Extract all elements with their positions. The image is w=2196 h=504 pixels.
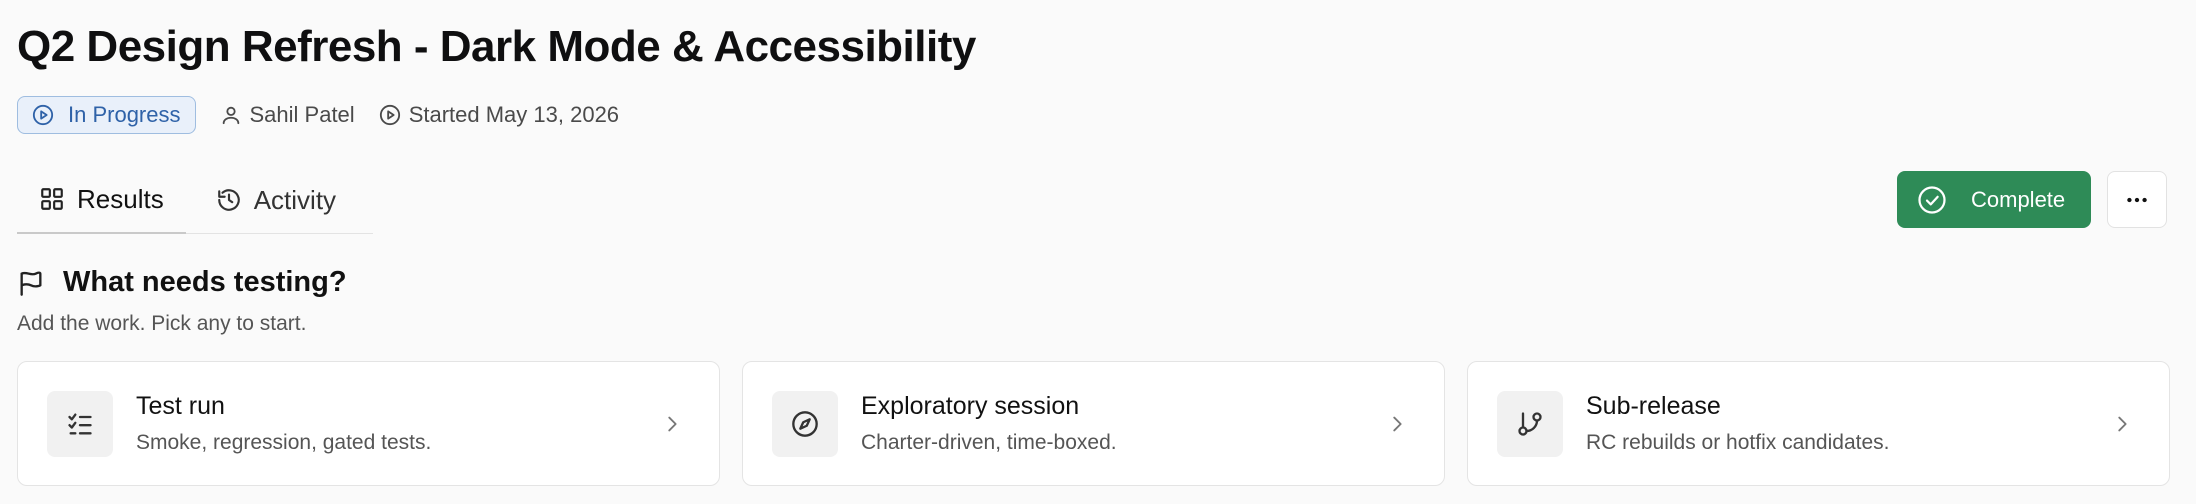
card-title: Sub-release	[1586, 392, 1721, 420]
history-icon	[217, 189, 240, 211]
tab-bar: Results Activity	[17, 166, 373, 234]
card-text: Exploratory session Charter-driven, time…	[861, 392, 1117, 455]
more-options-button[interactable]	[2107, 171, 2167, 228]
card-title: Exploratory session	[861, 392, 1080, 420]
section-header: What needs testing?	[17, 266, 347, 299]
chevron-right-icon	[668, 416, 677, 431]
tab-results[interactable]: Results	[17, 166, 186, 234]
section-title: What needs testing?	[63, 266, 347, 298]
card-exploratory-session[interactable]: Exploratory session Charter-driven, time…	[742, 361, 1445, 486]
more-horizontal-icon	[2127, 197, 2147, 202]
complete-button[interactable]: Complete	[1897, 171, 2091, 228]
play-circle-icon	[379, 104, 400, 126]
section-subtitle: Add the work. Pick any to start.	[17, 312, 307, 335]
card-icon-box	[1497, 390, 1563, 457]
card-icon-box	[47, 390, 113, 457]
tab-label: Results	[77, 183, 164, 214]
grid-icon	[41, 188, 63, 210]
started-date: Started May 13, 2026	[379, 102, 619, 128]
checklist-icon	[68, 413, 92, 434]
status-label: In Progress	[68, 102, 181, 127]
complete-label: Complete	[1971, 186, 2066, 212]
page-title: Q2 Design Refresh - Dark Mode & Accessib…	[17, 22, 976, 71]
owner: Sahil Patel	[220, 102, 355, 128]
chevron-right-icon	[1393, 416, 1402, 431]
card-description: RC rebuilds or hotfix candidates.	[1586, 431, 1890, 454]
flag-icon	[20, 270, 42, 296]
git-branch-icon	[1518, 411, 1542, 436]
card-text: Test run Smoke, regression, gated tests.	[136, 392, 431, 455]
tab-activity[interactable]: Activity	[186, 166, 358, 234]
work-type-cards: Test run Smoke, regression, gated tests.…	[17, 361, 2170, 486]
compass-icon	[792, 410, 818, 437]
card-title: Test run	[136, 392, 225, 420]
owner-name: Sahil Patel	[249, 102, 355, 127]
card-sub-release[interactable]: Sub-release RC rebuilds or hotfix candid…	[1467, 361, 2170, 486]
card-description: Smoke, regression, gated tests.	[136, 431, 432, 454]
card-text: Sub-release RC rebuilds or hotfix candid…	[1586, 392, 1890, 455]
status-badge: In Progress	[17, 96, 196, 134]
chevron-right-icon	[2118, 416, 2127, 431]
card-description: Charter-driven, time-boxed.	[861, 431, 1117, 454]
tab-label: Activity	[253, 184, 337, 215]
meta-row: In Progress Sahil Patel Started May 13, …	[17, 96, 619, 134]
card-test-run[interactable]: Test run Smoke, regression, gated tests.	[17, 361, 720, 486]
page: Q2 Design Refresh - Dark Mode & Accessib…	[0, 0, 2196, 504]
check-circle-icon	[1918, 185, 1946, 214]
started-label: Started May 13, 2026	[408, 102, 620, 127]
play-circle-icon	[32, 104, 54, 126]
user-icon	[222, 106, 239, 125]
card-icon-box	[772, 390, 838, 457]
